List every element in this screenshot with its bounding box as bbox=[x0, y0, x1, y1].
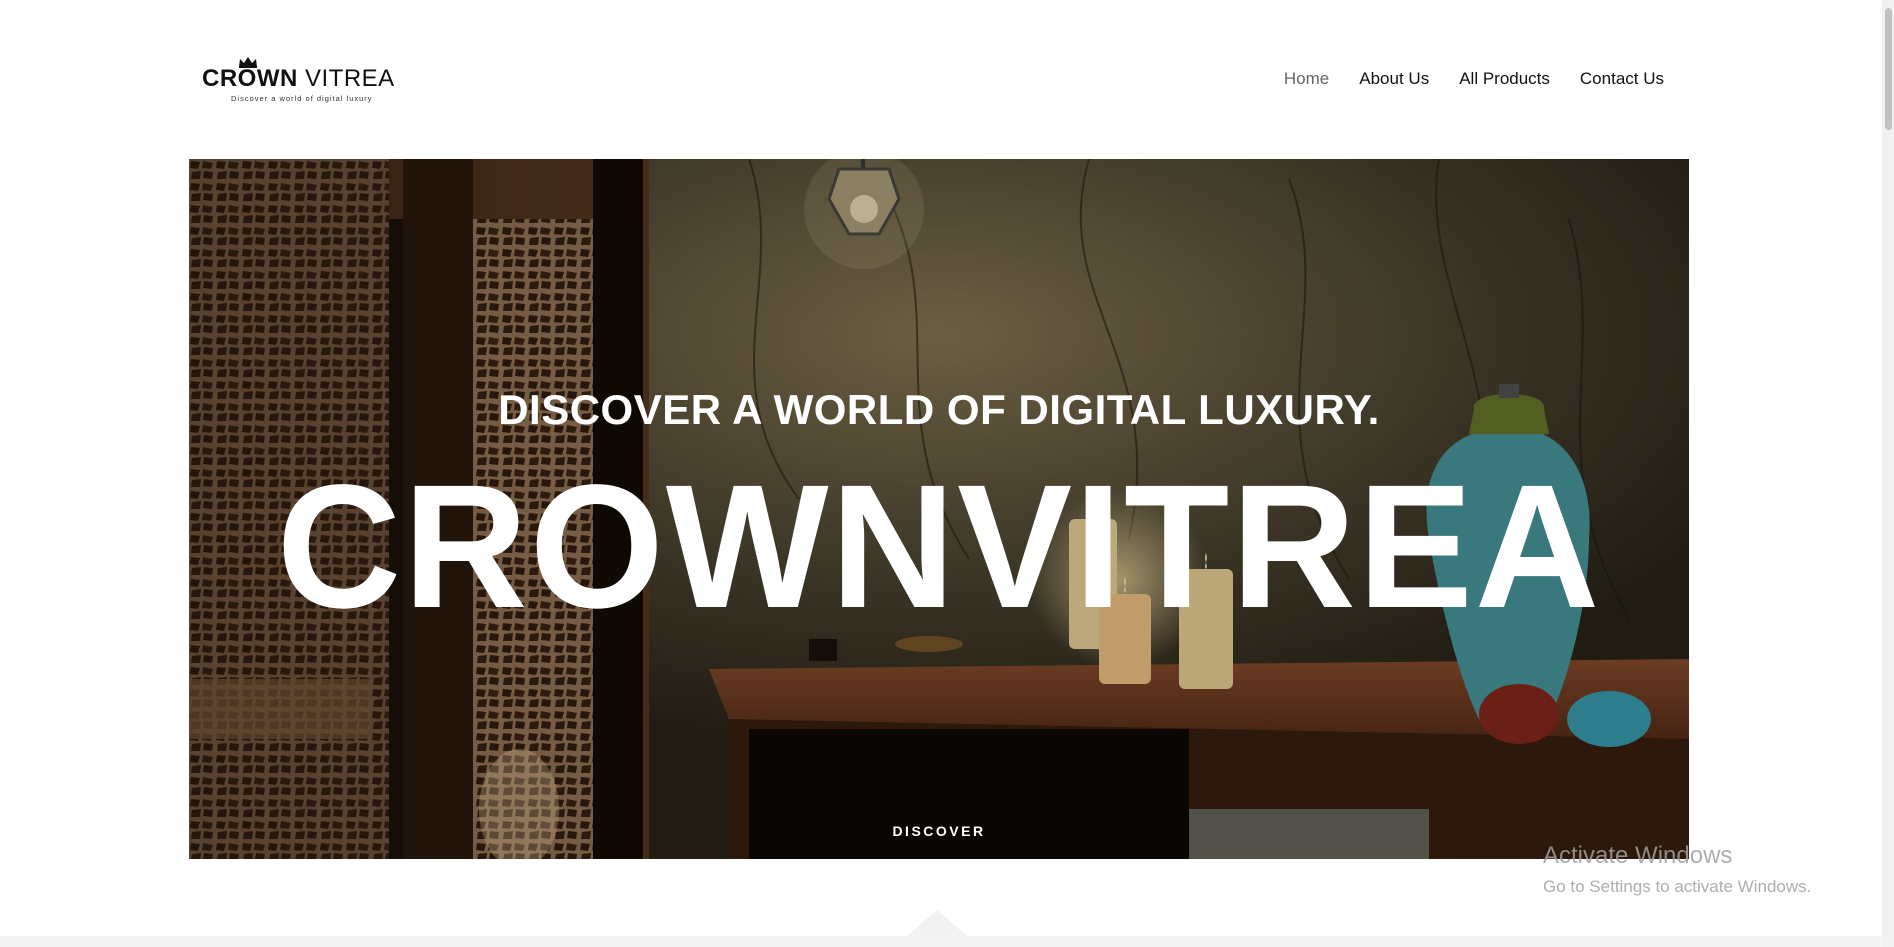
scrollbar-thumb[interactable] bbox=[1885, 8, 1892, 130]
watermark-title: Activate Windows bbox=[1543, 842, 1733, 869]
hero-title: CROWNVITREA bbox=[276, 449, 1602, 645]
nav-item-contact-us[interactable]: Contact Us bbox=[1580, 69, 1664, 89]
brand-tagline: Discover a world of digital luxury bbox=[231, 94, 373, 103]
brand-name-bold: CROWN bbox=[202, 65, 298, 92]
watermark-subtitle: Go to Settings to activate Windows. bbox=[1543, 877, 1812, 896]
scroll-down-arrow-icon[interactable] bbox=[907, 910, 967, 936]
nav-item-about-us[interactable]: About Us bbox=[1359, 69, 1429, 89]
page-scrollbar[interactable] bbox=[1882, 0, 1894, 947]
discover-button[interactable]: DISCOVER bbox=[189, 823, 1689, 839]
next-section-edge bbox=[0, 936, 1894, 947]
hero-subtitle: DISCOVER A WORLD OF DIGITAL LUXURY. bbox=[498, 386, 1380, 433]
brand-name-light: VITREA bbox=[305, 65, 395, 92]
brand-name: CROWN VITREA bbox=[202, 66, 395, 92]
main-navigation: Home About Us All Products Contact Us bbox=[1284, 69, 1664, 89]
hero-banner: DISCOVER A WORLD OF DIGITAL LUXURY. CROW… bbox=[189, 159, 1689, 859]
discover-button-label[interactable]: DISCOVER bbox=[892, 823, 985, 839]
brand-logo[interactable]: CROWN VITREA Discover a world of digital… bbox=[202, 52, 402, 104]
nav-item-home[interactable]: Home bbox=[1284, 69, 1329, 89]
nav-item-all-products[interactable]: All Products bbox=[1459, 69, 1550, 89]
windows-activation-watermark: Activate Windows Go to Settings to activ… bbox=[1543, 842, 1811, 898]
